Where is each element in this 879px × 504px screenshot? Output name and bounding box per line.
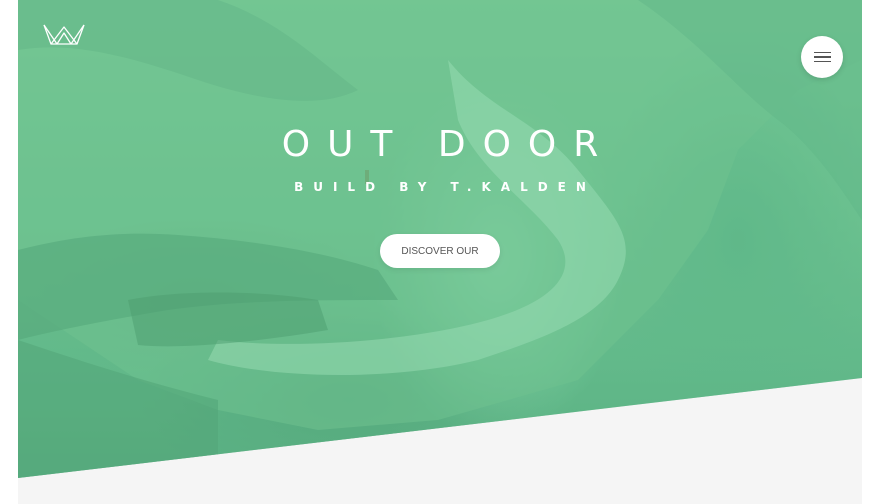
crown-logo-icon[interactable] <box>43 21 85 47</box>
hero-subtitle: BUILD BY T.KALDEN <box>294 180 596 194</box>
page-frame: OUT DOOR BUILD BY T.KALDEN DISCOVER OUR <box>18 0 862 504</box>
menu-bar-line <box>813 56 831 58</box>
hero-title: OUT DOOR <box>281 124 616 165</box>
menu-bar-line <box>813 60 831 63</box>
discover-button[interactable]: DISCOVER OUR <box>380 234 500 268</box>
hamburger-menu-icon[interactable] <box>801 36 843 78</box>
menu-bar-line <box>813 51 831 54</box>
